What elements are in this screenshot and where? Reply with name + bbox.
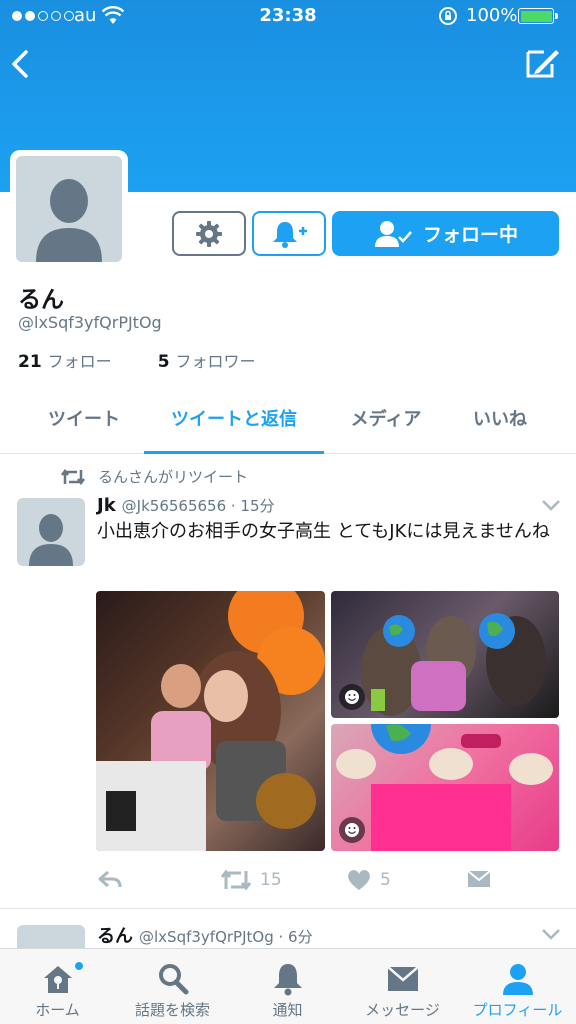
settings-button[interactable]	[172, 211, 246, 256]
tabbar-messages[interactable]: メッセージ	[345, 949, 460, 1024]
compose-tweet-icon[interactable]	[522, 46, 562, 82]
tabbar-messages-label: メッセージ	[365, 1001, 440, 1019]
gear-icon	[196, 220, 222, 247]
battery-icon	[518, 8, 558, 24]
tweet-divider	[0, 908, 576, 909]
battery-percent: 100%	[466, 5, 518, 26]
search-icon	[158, 964, 188, 995]
share-dm-button[interactable]	[466, 868, 492, 890]
like-button[interactable]: 5	[346, 868, 391, 892]
home-icon	[43, 966, 72, 993]
tabbar-notifications-label: 通知	[272, 1001, 303, 1019]
bell-icon	[273, 964, 302, 996]
person-check-icon	[374, 220, 412, 247]
emoji-sticker-icon	[339, 684, 365, 710]
notifications-button[interactable]	[252, 211, 326, 256]
tweet-author-name[interactable]: るん	[97, 926, 133, 947]
chevron-down-icon[interactable]	[540, 926, 562, 942]
retweet-icon	[220, 869, 252, 891]
tweet-header: Jk @Jk56565656 · 15分	[97, 495, 275, 516]
back-icon[interactable]	[6, 44, 36, 84]
tabbar-profile[interactable]: プロフィール	[460, 949, 575, 1024]
default-avatar-icon	[36, 179, 102, 262]
following-button-label: フォロー中	[422, 224, 518, 246]
envelope-icon	[386, 966, 419, 991]
retweet-count: 15	[260, 870, 282, 890]
tweet-actions: 15 5	[96, 868, 566, 896]
chevron-down-icon[interactable]	[540, 497, 562, 513]
profile-stats: 21 フォロー 5 フォロワー	[18, 348, 256, 372]
following-stat[interactable]: 21 フォロー	[18, 348, 112, 372]
status-bar: au 23:38 100%	[0, 0, 576, 34]
tweet-header: るん @lxSqf3yfQrPJtOg · 6分	[97, 922, 313, 948]
person-icon	[502, 964, 533, 995]
tweet-author-handle: @lxSqf3yfQrPJtOg · 6分	[139, 928, 313, 946]
emoji-sticker-icon	[339, 817, 365, 843]
tabbar-profile-label: プロフィール	[472, 1001, 563, 1019]
tweet-photo[interactable]	[331, 724, 559, 851]
profile-handle: @lxSqf3yfQrPJtOg	[18, 313, 162, 332]
tab-tweets[interactable]: ツイート	[24, 389, 144, 454]
default-avatar-icon	[29, 514, 73, 566]
reply-button[interactable]	[96, 868, 124, 892]
following-button[interactable]: フォロー中	[332, 211, 559, 256]
tweet-photo[interactable]	[331, 591, 559, 718]
retweet-context: るんさんがリツイート	[60, 466, 248, 487]
tabbar-home[interactable]: ホーム	[0, 949, 115, 1024]
tab-tweets-and-replies[interactable]: ツイートと返信	[144, 389, 324, 454]
tabbar-search-label: 話題を検索	[134, 1001, 210, 1019]
tabbar-search[interactable]: 話題を検索	[115, 949, 230, 1024]
home-notification-dot	[74, 961, 84, 971]
tweet-photo[interactable]	[96, 591, 325, 851]
tab-likes[interactable]: いいね	[452, 389, 548, 454]
tab-media[interactable]: メディア	[330, 389, 442, 454]
orientation-lock-icon	[439, 7, 457, 25]
profile-avatar[interactable]	[10, 150, 128, 268]
tweet-avatar[interactable]	[17, 498, 85, 566]
retweet-button[interactable]: 15	[220, 868, 282, 892]
profile-tabs: ツイート ツイートと返信 メディア いいね	[0, 389, 576, 454]
tweet-author-name[interactable]: Jk	[97, 495, 116, 516]
bottom-tab-bar: ホーム 話題を検索 通知 メッセージ プロフィール	[0, 948, 576, 1024]
envelope-icon	[467, 870, 491, 887]
retweet-icon	[61, 468, 85, 485]
tweet-author-handle: @Jk56565656 · 15分	[121, 497, 275, 515]
reply-icon	[98, 870, 122, 888]
tabbar-notifications[interactable]: 通知	[230, 949, 345, 1024]
tweet-text: 小出恵介のお相手の女子高生 とてもJKには見えませんね	[97, 521, 550, 542]
heart-icon	[348, 870, 370, 890]
retweet-context-label: るんさんがリツイート	[98, 468, 249, 486]
bell-plus-icon	[273, 221, 307, 248]
like-count: 5	[380, 870, 391, 890]
followers-stat[interactable]: 5 フォロワー	[158, 348, 256, 372]
profile-name: るん	[18, 287, 64, 313]
tabbar-home-label: ホーム	[35, 1001, 80, 1019]
